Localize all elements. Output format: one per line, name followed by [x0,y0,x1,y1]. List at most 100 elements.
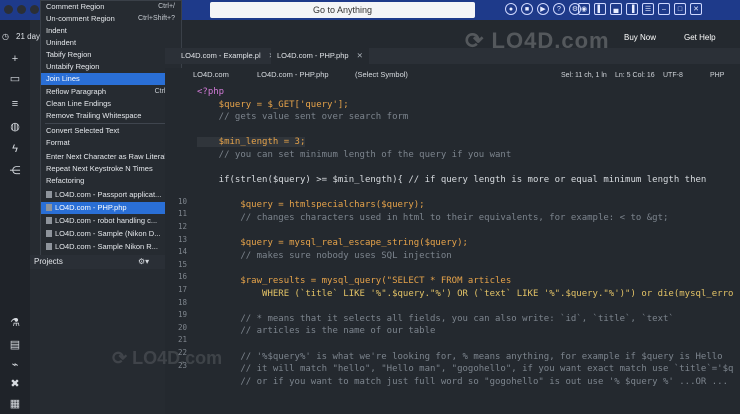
menu-separator [45,123,177,124]
breadcrumb-file[interactable]: LO4D.com - PHP.php [257,70,329,79]
tab-example-pl[interactable]: LO4D.com - Example.pl✕ [175,48,281,64]
editor-tabs: LO4D.com - Example.pl✕ LO4D.com - PHP.ph… [165,48,740,64]
file-item[interactable]: LO4D.com - robot handling c... [41,215,181,227]
code-line[interactable]: // it will match "hello", "Hello man", "… [197,364,733,374]
code-line[interactable]: // or if you want to match just full wor… [197,377,728,387]
encoding-selector[interactable]: UTF-8 [663,72,683,79]
list-icon[interactable]: ≡ [8,97,22,111]
symbol-selector[interactable]: (Select Symbol) [355,70,408,79]
close-icon[interactable] [4,5,13,14]
code-line[interactable]: $query = mysql_real_escape_string($query… [197,238,468,248]
panel-bottom-icon[interactable]: ▄ [610,3,622,15]
flask-icon[interactable]: ⚗ [8,316,22,330]
panel-left-icon[interactable]: ▌ [594,3,606,15]
code-editor[interactable]: <?php $query = $_GET['query']; // gets v… [193,84,740,414]
gear-icon[interactable]: ⚙▾ [138,255,149,269]
menu-icon[interactable]: ☰ [642,3,654,15]
code-line[interactable]: // * means that it selects all fields, y… [197,314,673,324]
code-line[interactable]: $min_length = 3; [197,137,306,148]
menu-item-comment-region[interactable]: Comment Region Ctrl+/ [41,1,181,13]
menu-item-raw-literal[interactable]: Enter Next Character as Raw Literal [41,151,181,163]
code-line[interactable]: // articles is the name of our table [197,326,435,336]
file-icon [46,243,52,250]
code-line[interactable]: $raw_results = mysql_query("SELECT * FRO… [197,276,511,286]
selection-status: Sel: 11 ch, 1 ln [561,72,607,79]
code-line[interactable]: // makes sure nobody uses SQL injection [197,251,451,261]
code-line[interactable]: if(strlen($query) >= $min_length){ // if… [197,175,707,185]
window-minimize-icon[interactable]: – [658,3,670,15]
code-line[interactable]: <?php [197,87,224,97]
line-number: 13 [177,234,187,244]
menu-item-repeat-keystroke[interactable]: Repeat Next Keystroke N Times [41,163,181,175]
file-item-active[interactable]: LO4D.com - PHP.php [41,202,181,214]
menu-item-format[interactable]: Format› [41,137,181,149]
code-line[interactable]: WHERE (`title` LIKE '%".$query."%') OR (… [197,289,733,299]
folder-icon[interactable]: ▭ [8,72,22,86]
line-number: 12 [177,222,187,231]
file-icon [46,217,52,224]
maximize-icon[interactable] [30,5,39,14]
line-number: 16 [177,272,187,282]
menu-item-clean-line-endings[interactable]: Clean Line Endings [41,98,181,110]
file-item[interactable]: LO4D.com - Sample (Nikon D... [41,228,181,240]
play-icon[interactable]: ▶ [537,3,549,15]
projects-label: Projects [34,257,63,266]
chart-icon[interactable]: ⌁ [8,358,22,372]
menu-item-join-lines[interactable]: Join Lines [41,73,181,85]
menu-item-untabify-region[interactable]: Untabify Region [41,61,181,73]
menu-item-refactoring[interactable]: Refactoring› [41,175,181,187]
code-line[interactable]: $query = $_GET['query']; [197,100,349,110]
globe-icon[interactable]: ◍ [8,120,22,134]
record-icon[interactable]: ● [505,3,517,15]
code-line[interactable]: // gets value sent over search form [197,112,409,122]
watermark-logo: ⟳ LO4D.com [112,348,223,368]
code-line[interactable]: // changes characters used in html to th… [197,213,668,223]
projects-panel-header[interactable]: Projects ⚙▾ [30,255,165,269]
breadcrumb-folder[interactable]: LO4D.com [193,70,229,79]
window-close-icon[interactable]: ✕ [690,3,702,15]
line-number: 11 [177,209,187,219]
menu-item-indent[interactable]: Indent [41,25,181,37]
code-line[interactable]: // you can set minimum length of the que… [197,150,512,160]
file-item[interactable]: LO4D.com - Sample Nikon R... [41,241,181,253]
stop-icon[interactable]: ■ [521,3,533,15]
panel-right-icon[interactable]: ▐ [626,3,638,15]
file-icon [46,204,52,211]
code-line[interactable]: $query = htmlspecialchars($query); [197,200,424,210]
tab-php-php[interactable]: LO4D.com - PHP.php ✕ [271,48,369,64]
bolt-icon[interactable]: ϟ [8,142,22,156]
close-icon[interactable]: ✕ [357,51,363,60]
watermark-logo: ⟳ LO4D.com [465,28,610,53]
debug-icon[interactable]: ▤ [8,338,22,352]
window-maximize-icon[interactable]: □ [674,3,686,15]
menu-item-unindent[interactable]: Unindent [41,37,181,49]
minimize-icon[interactable] [17,5,26,14]
share-icon[interactable]: ⋲ [8,164,22,178]
file-item[interactable]: LO4D.com - Passport applicat... [41,189,181,201]
language-selector[interactable]: PHP [710,72,724,79]
eye-icon[interactable]: ◉ [578,3,590,15]
add-icon[interactable]: + [8,52,22,66]
menu-item-remove-trailing-whitespace[interactable]: Remove Trailing Whitespace [41,110,181,122]
tools-icon[interactable]: ✖ [8,377,22,391]
line-number: 10 [177,196,187,206]
terminal-icon[interactable]: ▦ [8,397,22,411]
menu-item-uncomment-region[interactable]: Un-comment Region Ctrl+Shift+? [41,13,181,25]
code-line[interactable]: // '%$query%' is what we're looking for,… [197,352,722,362]
get-help-link[interactable]: Get Help [684,33,716,42]
go-to-anything-input[interactable]: Go to Anything [210,2,475,18]
file-icon [46,191,52,198]
file-icon [46,230,52,237]
context-menu: Comment Region Ctrl+/ Un-comment Region Ct… [40,0,182,256]
buy-now-link[interactable]: Buy Now [624,33,656,42]
help-icon[interactable]: ? [553,3,565,15]
menu-item-tabify-region[interactable]: Tabify Region [41,49,181,61]
left-tool-strip: + ▭ ≡ ◍ ϟ ⋲ ⚗ ▤ ⌁ ✖ ▦ [0,20,30,414]
line-number: 20 [177,322,187,332]
breadcrumb: LO4D.com LO4D.com - PHP.php (Select Symb… [165,68,740,84]
menu-item-convert-selected-text[interactable]: Convert Selected Text› [41,125,181,137]
line-number: 17 [177,285,187,294]
menu-item-reflow-paragraph[interactable]: Reflow ParagraphCtrl+Q [41,86,181,98]
toolbar-icons: ● ■ ▶ ? ⚙ [505,3,581,15]
cursor-position: Ln: 5 Col: 16 [615,72,655,79]
